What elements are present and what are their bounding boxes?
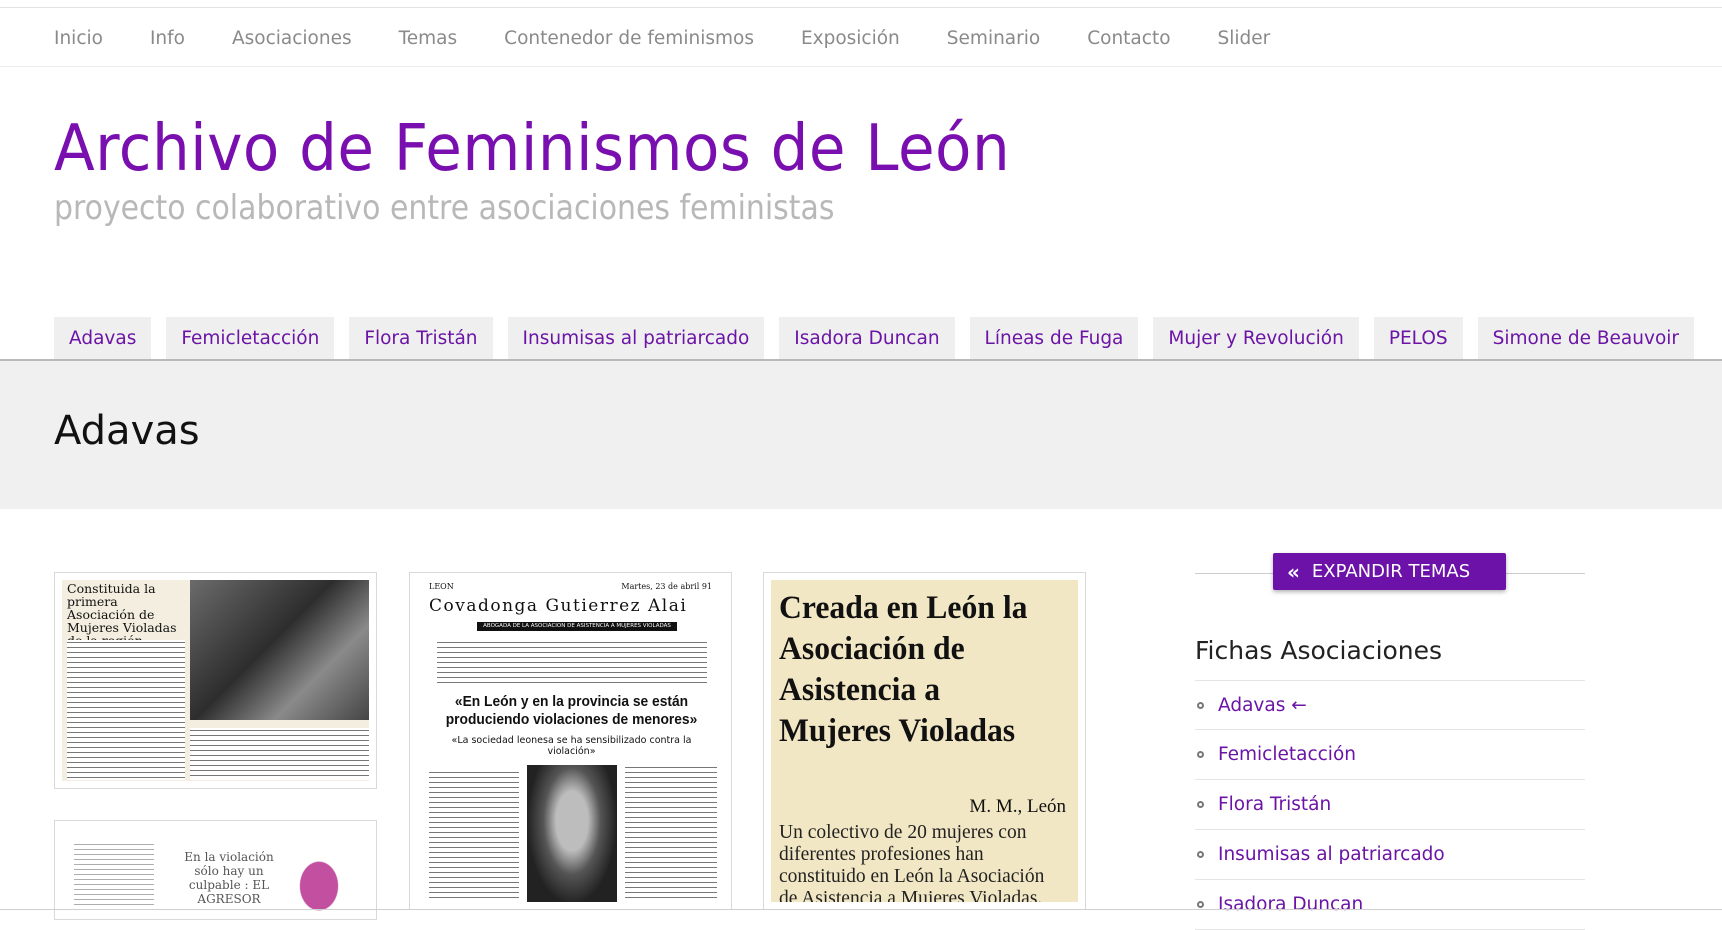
double-chevron-left-icon: «	[1287, 559, 1300, 584]
expand-topics-button[interactable]: « EXPANDIR TEMAS	[1273, 553, 1506, 590]
text-columns	[625, 765, 717, 902]
bullet-icon	[1197, 901, 1204, 908]
tab-flora-tristan[interactable]: Flora Tristán	[349, 317, 493, 360]
tab-pelos[interactable]: PELOS	[1373, 317, 1463, 360]
clipping-date: Martes, 23 de abril 91	[621, 582, 712, 591]
bullet-icon	[1197, 751, 1204, 758]
nav-exposicion[interactable]: Exposición	[801, 28, 900, 49]
sidebar-item-label: Isadora Duncan	[1218, 894, 1364, 915]
text-columns	[74, 842, 154, 912]
nav-temas[interactable]: Temas	[399, 28, 458, 49]
clipping-name: Covadonga Gutierrez Alai	[429, 596, 688, 616]
tab-simone-de-beauvoir[interactable]: Simone de Beauvoir	[1477, 317, 1695, 360]
sidebar-title: Fichas Asociaciones	[1195, 636, 1443, 665]
clipping-headline: Constituida la primera Asociación de Muj…	[67, 581, 177, 647]
gallery-thumbnail[interactable]: Creada en León la Asociación de Asistenc…	[763, 572, 1086, 910]
sidebar-associations-list: Adavas ← Femicletacción Flora Tristán In…	[1195, 680, 1585, 930]
text-columns	[67, 640, 185, 780]
bullet-icon	[1197, 702, 1204, 709]
nav-slider[interactable]: Slider	[1218, 28, 1271, 49]
association-tabs: Adavas Femicletacción Flora Tristán Insu…	[54, 317, 1709, 360]
text-columns	[190, 728, 369, 780]
sidebar-item-femicletaccion[interactable]: Femicletacción	[1195, 730, 1585, 780]
page-header-band: Adavas	[0, 361, 1722, 509]
text-columns	[437, 640, 707, 684]
clipping-section: LEON	[429, 582, 454, 591]
page-title: Adavas	[54, 408, 200, 454]
gallery-thumbnail[interactable]: Constituida la primera Asociación de Muj…	[54, 572, 377, 789]
sidebar-item-label: Femicletacción	[1218, 744, 1356, 765]
clipping-body: Un colectivo de 20 mujeres con diferente…	[779, 822, 1045, 902]
nav-inicio[interactable]: Inicio	[54, 28, 103, 49]
top-nav: Inicio Info Asociaciones Temas Contenedo…	[54, 8, 1317, 68]
newspaper-clipping-image: LEON Martes, 23 de abril 91 Covadonga Gu…	[417, 580, 724, 902]
sidebar-item-flora-tristan[interactable]: Flora Tristán	[1195, 780, 1585, 830]
tab-isadora-duncan[interactable]: Isadora Duncan	[779, 317, 955, 360]
sidebar-item-adavas[interactable]: Adavas ←	[1195, 680, 1585, 730]
sidebar-item-isadora-duncan[interactable]: Isadora Duncan	[1195, 880, 1585, 930]
newspaper-clipping-image: Constituida la primera Asociación de Muj…	[62, 580, 369, 781]
gallery-thumbnail[interactable]: LEON Martes, 23 de abril 91 Covadonga Gu…	[409, 572, 732, 910]
site-description: proyecto colaborativo entre asociaciones…	[54, 188, 835, 228]
silhouette-figure	[292, 858, 352, 912]
clipping-photo	[190, 580, 369, 720]
nav-info[interactable]: Info	[150, 28, 185, 49]
clipping-headline: Creada en León la Asociación de Asistenc…	[779, 588, 1048, 752]
top-navigation-bar: Inicio Info Asociaciones Temas Contenedo…	[0, 7, 1722, 67]
gallery-thumbnail[interactable]: En la violación sólo hay un culpable : E…	[54, 820, 377, 920]
clipping-role: ABOGADA DE LA ASOCIACION DE ASISTENCIA A…	[477, 622, 677, 631]
site-title[interactable]: Archivo de Feminismos de León	[54, 112, 1010, 186]
sidebar-item-label: Flora Tristán	[1218, 794, 1332, 815]
text-columns	[429, 770, 519, 902]
clipping-subhead: «La sociedad leonesa se ha sensibilizado…	[451, 735, 692, 757]
nav-contacto[interactable]: Contacto	[1087, 28, 1170, 49]
tab-mujer-y-revolucion[interactable]: Mujer y Revolución	[1153, 317, 1359, 360]
expand-topics-label: EXPANDIR TEMAS	[1311, 561, 1471, 582]
tab-insumisas[interactable]: Insumisas al patriarcado	[507, 317, 765, 360]
tab-lineas-de-fuga[interactable]: Líneas de Fuga	[969, 317, 1139, 360]
poster-image: En la violación sólo hay un culpable : E…	[62, 828, 369, 912]
poster-quote: En la violación sólo hay un culpable : E…	[184, 850, 274, 906]
sidebar-item-insumisas[interactable]: Insumisas al patriarcado	[1195, 830, 1585, 880]
clipping-quote: «En León y en la provincia se están prod…	[445, 693, 698, 728]
tab-adavas[interactable]: Adavas	[54, 317, 152, 360]
clipping-headline-text: Creada en León la Asociación de Asistenc…	[779, 590, 1028, 749]
nav-asociaciones[interactable]: Asociaciones	[232, 28, 352, 49]
bullet-icon	[1197, 851, 1204, 858]
sidebar-item-label: Adavas ←	[1218, 694, 1307, 716]
nav-seminario[interactable]: Seminario	[947, 28, 1040, 49]
nav-contenedor[interactable]: Contenedor de feminismos	[504, 28, 754, 49]
newspaper-clipping-image: Creada en León la Asociación de Asistenc…	[771, 580, 1078, 902]
sidebar-item-label: Insumisas al patriarcado	[1218, 844, 1445, 865]
clipping-byline: M. M., León	[969, 796, 1066, 817]
tab-femicletaccion[interactable]: Femicletacción	[166, 317, 335, 360]
portrait-photo	[527, 765, 617, 902]
bullet-icon	[1197, 801, 1204, 808]
